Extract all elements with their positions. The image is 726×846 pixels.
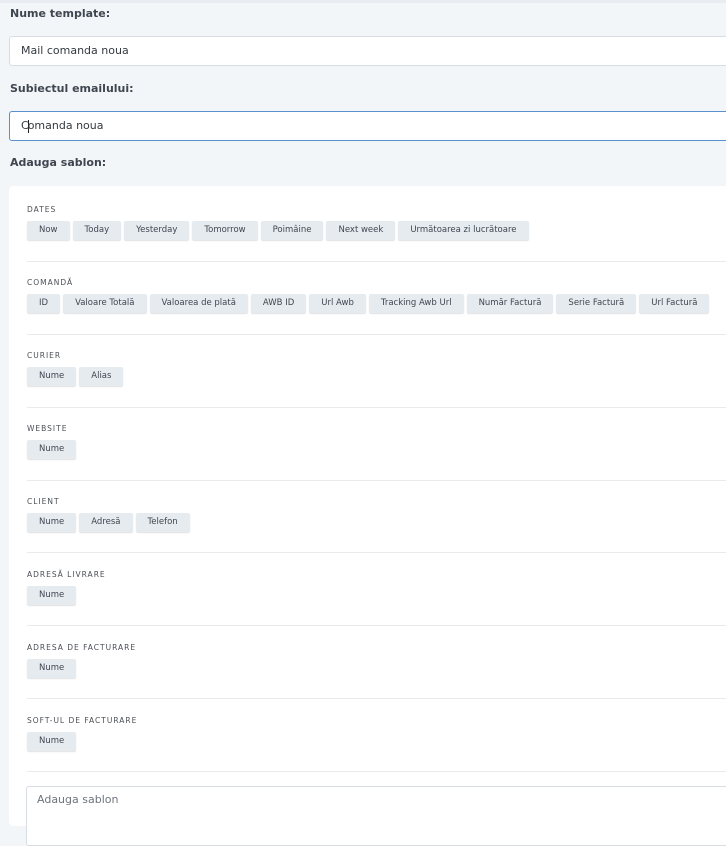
subject-label: Subiectul emailului: bbox=[10, 82, 134, 95]
section-title: WEBSITE bbox=[27, 424, 68, 433]
divider bbox=[27, 625, 726, 626]
chip-awb-url[interactable]: Url Awb bbox=[309, 294, 366, 313]
chip-now[interactable]: Now bbox=[27, 221, 70, 240]
section-title: ADRESA DE FACTURARE bbox=[27, 643, 137, 652]
section-courier: CURIER Nume Alias bbox=[27, 350, 726, 386]
divider bbox=[27, 552, 726, 553]
section-title: ADRESĂ LIVRARE bbox=[27, 570, 106, 579]
section-title: COMANDĂ bbox=[27, 278, 74, 287]
section-title: DATES bbox=[27, 205, 57, 214]
divider bbox=[27, 334, 726, 335]
subject-text-end: omanda noua bbox=[27, 119, 104, 132]
section-billing-address: ADRESA DE FACTURARE Nume bbox=[27, 642, 726, 678]
subject-input[interactable]: Comanda noua bbox=[9, 111, 726, 141]
placeholder-panel: DATES Now Today Yesterday Tomorrow Poimâ… bbox=[9, 186, 726, 846]
section-order: COMANDĂ ID Valoare Totală Valoarea de pl… bbox=[27, 277, 726, 313]
chip-courier-alias[interactable]: Alias bbox=[79, 367, 124, 386]
template-name-input[interactable]: Mail comanda noua bbox=[9, 36, 726, 66]
chip-today[interactable]: Today bbox=[72, 221, 122, 240]
chip-next-week[interactable]: Next week bbox=[326, 221, 396, 240]
divider bbox=[27, 407, 726, 408]
chip-client-phone[interactable]: Telefon bbox=[135, 513, 190, 532]
chip-order-id[interactable]: ID bbox=[27, 294, 61, 313]
chip-total-value[interactable]: Valoare Totală bbox=[63, 294, 147, 313]
divider bbox=[27, 771, 726, 772]
template-name-label: Nume template: bbox=[10, 7, 111, 20]
chip-delivery-name[interactable]: Nume bbox=[27, 586, 77, 605]
section-invoicing-software: SOFT-UL DE FACTURARE Nume bbox=[27, 715, 726, 751]
section-title: CURIER bbox=[27, 351, 62, 360]
chip-invoice-url[interactable]: Url Factură bbox=[639, 294, 710, 313]
divider bbox=[27, 698, 726, 699]
section-website: WEBSITE Nume bbox=[27, 423, 726, 459]
divider bbox=[27, 261, 726, 262]
chip-tracking-awb-url[interactable]: Tracking Awb Url bbox=[368, 294, 464, 313]
section-title: CLIENT bbox=[27, 497, 60, 506]
chip-tomorrow[interactable]: Tomorrow bbox=[192, 221, 258, 240]
chip-yesterday[interactable]: Yesterday bbox=[124, 221, 190, 240]
chip-day-after-tomorrow[interactable]: Poimâine bbox=[260, 221, 324, 240]
divider bbox=[27, 480, 726, 481]
template-body-textarea[interactable]: Adauga sablon bbox=[26, 786, 726, 846]
chip-invoice-number[interactable]: Număr Factură bbox=[466, 294, 554, 313]
section-dates: DATES Now Today Yesterday Tomorrow Poimâ… bbox=[27, 204, 726, 240]
section-client: CLIENT Nume Adresă Telefon bbox=[27, 496, 726, 532]
chip-awb-id[interactable]: AWB ID bbox=[250, 294, 307, 313]
section-title: SOFT-UL DE FACTURARE bbox=[27, 716, 138, 725]
chip-courier-name[interactable]: Nume bbox=[27, 367, 77, 386]
chip-client-name[interactable]: Nume bbox=[27, 513, 77, 532]
section-delivery-address: ADRESĂ LIVRARE Nume bbox=[27, 569, 726, 605]
add-template-label: Adauga sablon: bbox=[10, 156, 107, 169]
chip-website-name[interactable]: Nume bbox=[27, 440, 77, 459]
chip-software-name[interactable]: Nume bbox=[27, 732, 77, 751]
chip-invoice-series[interactable]: Serie Factură bbox=[556, 294, 637, 313]
chip-next-business-day[interactable]: Următoarea zi lucrătoare bbox=[398, 221, 529, 240]
chip-amount-due[interactable]: Valoarea de plată bbox=[149, 294, 248, 313]
top-border bbox=[0, 0, 726, 3]
chip-client-address[interactable]: Adresă bbox=[79, 513, 133, 532]
chip-billing-name[interactable]: Nume bbox=[27, 659, 77, 678]
